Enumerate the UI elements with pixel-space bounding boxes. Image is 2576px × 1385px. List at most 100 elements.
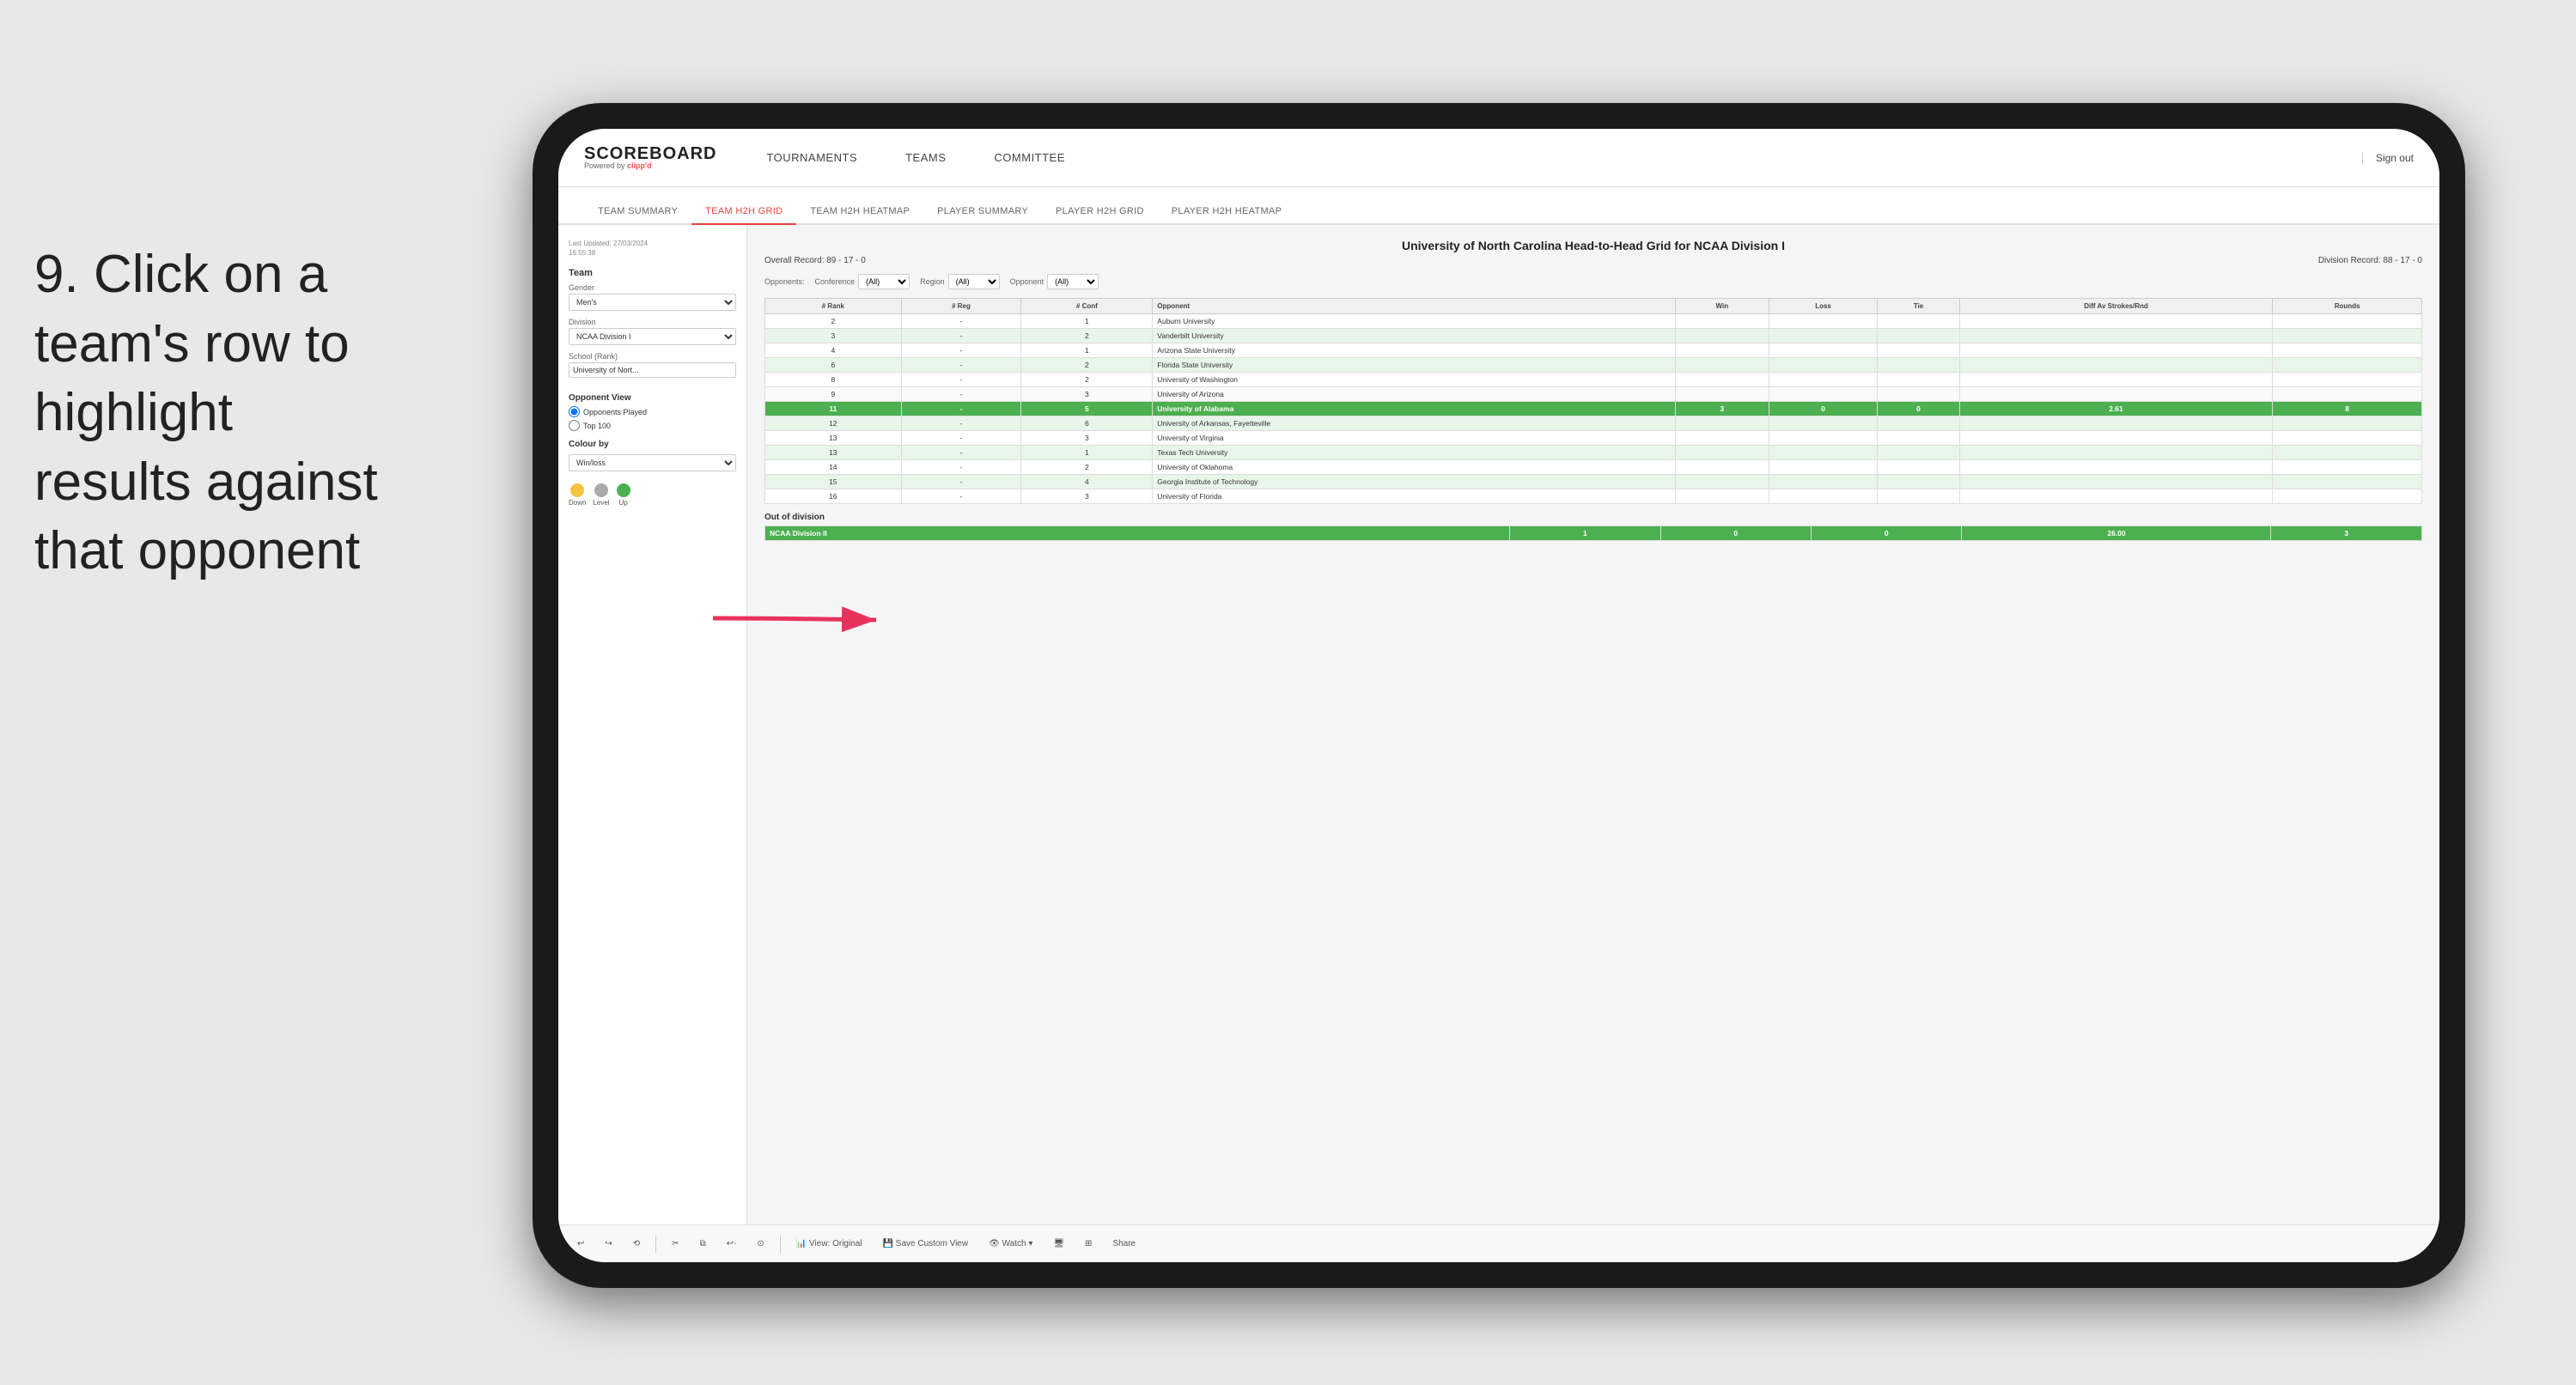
table-row[interactable]: 16-3University of Florida [765,489,2422,504]
cell-loss [1769,460,1877,475]
table-row[interactable]: 8-2University of Washington [765,373,2422,387]
table-row[interactable]: 11-5University of Alabama3002.618 [765,402,2422,416]
cell-rounds [2273,446,2422,460]
copy-btn[interactable]: ⧉ [695,1237,711,1250]
cell-tie [1878,373,1960,387]
legend-down-label: Down [569,499,586,507]
cell-opponent: Arizona State University [1153,343,1675,358]
division-select[interactable]: NCAA Division I [569,328,736,345]
cell-opponent: University of Florida [1153,489,1675,504]
colour-by-select[interactable]: Win/loss [569,454,736,471]
legend-level-circle [594,483,608,497]
cell-reg: - [901,431,1021,446]
cell-opponent: University of Oklahoma [1153,460,1675,475]
tab-player-h2h-grid[interactable]: PLAYER H2H GRID [1042,199,1158,225]
out-division-diff: 26.00 [1962,526,2271,541]
cell-tie [1878,446,1960,460]
clock-btn[interactable]: ⊙ [752,1237,769,1250]
cell-tie [1878,358,1960,373]
out-division-row[interactable]: NCAA Division II 1 0 0 26.00 3 [765,526,2422,541]
tab-team-summary[interactable]: TEAM SUMMARY [584,199,691,225]
cell-win [1675,431,1769,446]
share-btn[interactable]: Share [1107,1237,1141,1250]
cell-reg: - [901,416,1021,431]
nav-teams[interactable]: TEAMS [898,148,953,167]
table-row[interactable]: 13-1Texas Tech University [765,446,2422,460]
tab-player-summary[interactable]: PLAYER SUMMARY [923,199,1042,225]
undo-btn[interactable]: ↩ [572,1237,589,1250]
tablet-device: SCOREBOARD Powered by clipp'd TOURNAMENT… [533,103,2465,1288]
team-section-title: Team [569,268,736,278]
school-input[interactable] [569,362,736,378]
cell-loss: 0 [1769,402,1877,416]
cell-win [1675,489,1769,504]
tab-team-h2h-grid[interactable]: TEAM H2H GRID [691,199,796,225]
col-diff: Diff Av Strokes/Rnd [1959,299,2272,314]
cell-rounds [2273,416,2422,431]
reset-btn[interactable]: ⟲ [628,1237,645,1250]
cell-opponent: Florida State University [1153,358,1675,373]
cell-conf: 1 [1021,314,1153,329]
tab-team-h2h-heatmap[interactable]: TEAM H2H HEATMAP [796,199,923,225]
cell-loss [1769,314,1877,329]
sign-out-link[interactable]: Sign out [2362,152,2414,164]
tab-player-h2h-heatmap[interactable]: PLAYER H2H HEATMAP [1158,199,1295,225]
paste-btn[interactable]: ↩· [722,1237,742,1250]
division-label: Division [569,318,736,326]
grid-title: University of North Carolina Head-to-Hea… [764,239,2422,252]
opponent-select[interactable]: (All) [1047,274,1099,289]
cell-reg: - [901,489,1021,504]
cell-opponent: Auburn University [1153,314,1675,329]
watch-btn[interactable]: 👁 Watch ▾ [984,1237,1038,1250]
radio-opponents-played[interactable]: Opponents Played [569,406,736,417]
cell-win: 3 [1675,402,1769,416]
cell-reg: - [901,358,1021,373]
cell-rank: 11 [765,402,902,416]
opponent-view-title: Opponent View [569,393,736,403]
cell-conf: 5 [1021,402,1153,416]
table-row[interactable]: 3-2Vanderbilt University [765,329,2422,343]
cell-diff [1959,329,2272,343]
table-row[interactable]: 6-2Florida State University [765,358,2422,373]
table-row[interactable]: 4-1Arizona State University [765,343,2422,358]
cell-conf: 2 [1021,329,1153,343]
redo-btn[interactable]: ↪ [600,1237,617,1250]
cell-tie [1878,460,1960,475]
table-row[interactable]: 9-3University of Arizona [765,387,2422,402]
instruction-step: 9. [34,245,79,304]
conference-select[interactable]: (All) [858,274,910,289]
out-division-rounds: 3 [2271,526,2422,541]
legend-up-label: Up [618,499,627,507]
nav-committee[interactable]: COMMITTEE [987,148,1072,167]
cell-tie [1878,329,1960,343]
cell-opponent: Vanderbilt University [1153,329,1675,343]
save-custom-btn[interactable]: 💾 Save Custom View [878,1237,974,1250]
cell-rank: 9 [765,387,902,402]
cut-btn[interactable]: ✂ [667,1237,684,1250]
cell-reg: - [901,343,1021,358]
cell-rounds [2273,329,2422,343]
table-row[interactable]: 13-3University of Virginia [765,431,2422,446]
cell-loss [1769,431,1877,446]
table-row[interactable]: 12-6University of Arkansas, Fayetteville [765,416,2422,431]
gender-select[interactable]: Men's [569,294,736,311]
cell-diff: 2.61 [1959,402,2272,416]
bottom-toolbar: ↩ ↪ ⟲ ✂ ⧉ ↩· ⊙ 📊 View: Original 💾 Save C… [558,1224,2439,1262]
table-row[interactable]: 14-2University of Oklahoma [765,460,2422,475]
cell-reg: - [901,329,1021,343]
cell-conf: 2 [1021,358,1153,373]
legend: Down Level Up [569,483,736,507]
table-row[interactable]: 15-4Georgia Institute of Technology [765,475,2422,489]
opponents-filter-label: Opponents: [764,277,805,286]
nav-tournaments[interactable]: TOURNAMENTS [759,148,864,167]
grid-btn[interactable]: ⊞ [1080,1237,1097,1250]
cell-loss [1769,416,1877,431]
view-original-btn[interactable]: 📊 View: Original [791,1237,868,1250]
radio-top100[interactable]: Top 100 [569,420,736,431]
legend-level: Level [593,483,609,507]
screen-btn[interactable]: 🖥 [1048,1237,1069,1250]
region-select[interactable]: (All) [948,274,1000,289]
col-opponent: Opponent [1153,299,1675,314]
table-row[interactable]: 2-1Auburn University [765,314,2422,329]
cell-diff [1959,358,2272,373]
